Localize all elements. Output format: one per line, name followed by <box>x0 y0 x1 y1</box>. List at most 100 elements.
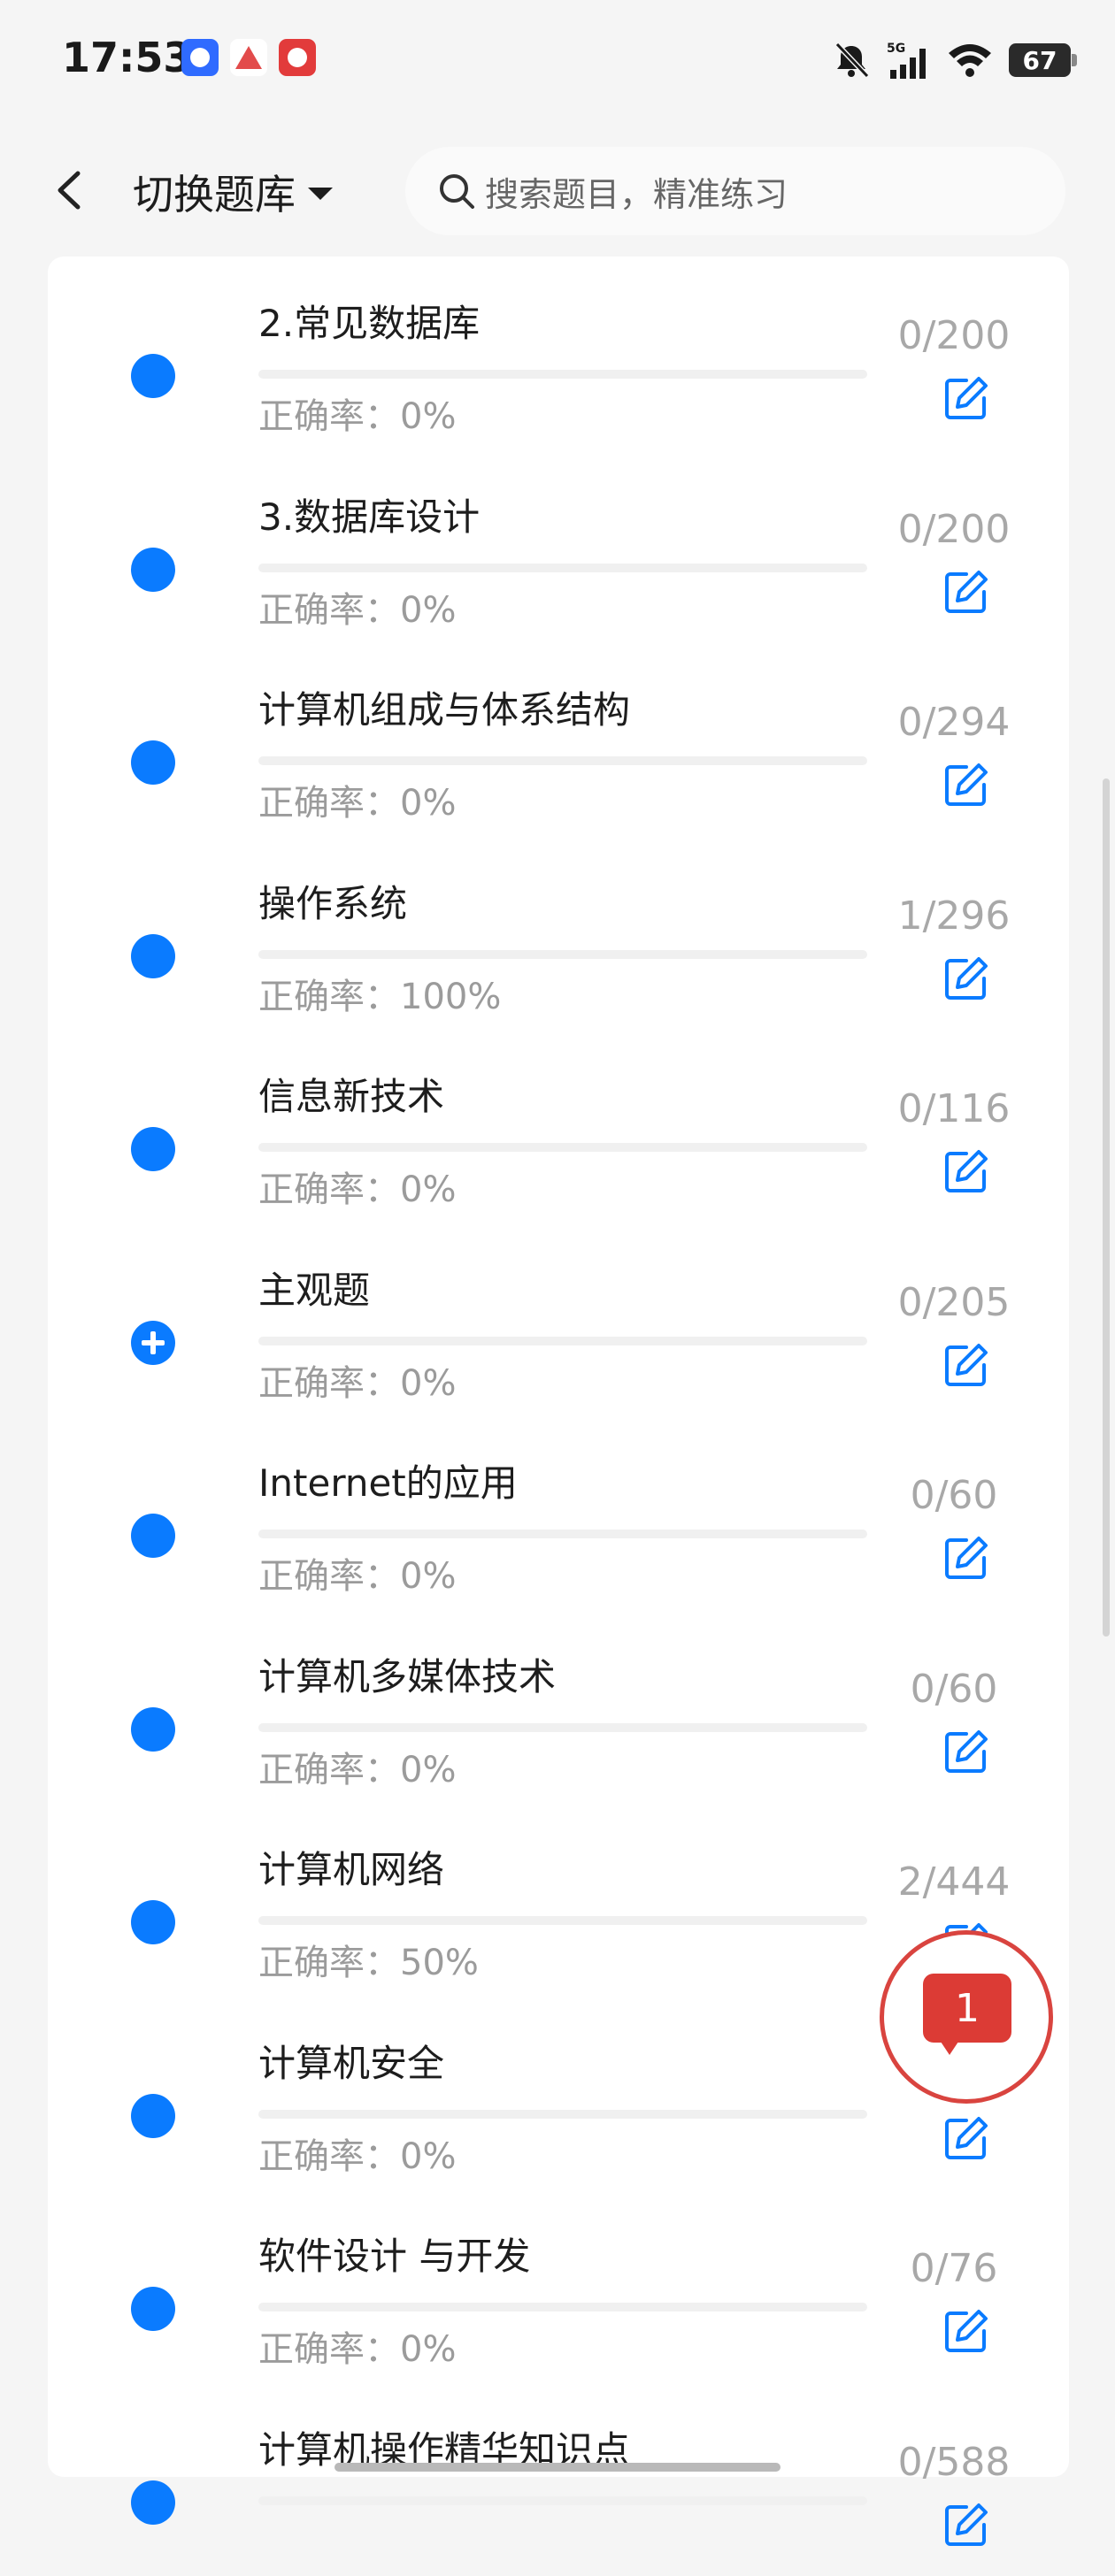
chapter-list: 2.常见数据库 正确率：0% 0/200 3.数据库设计 正确率：0% 0/200 计算机组… <box>48 257 1069 2546</box>
progress-bar <box>258 1916 867 1925</box>
app-notification-icon <box>181 39 219 76</box>
list-item[interactable]: 计算机操作精华知识点 0/588 <box>48 2383 1069 2576</box>
accuracy-label: 正确率：0% <box>258 1556 457 1597</box>
accuracy-label: 正确率：0% <box>258 589 457 631</box>
network-type-label: 5G <box>887 42 905 56</box>
accuracy-label: 正确率：0% <box>258 783 457 824</box>
progress-bar <box>258 563 867 572</box>
item-title: 计算机多媒体技术 <box>258 1654 557 1698</box>
status-dot-icon <box>131 547 175 592</box>
item-title: 计算机网络 <box>258 1848 445 1891</box>
list-item[interactable]: Internet的应用 正确率：0% 0/60 <box>48 1416 1069 1609</box>
status-dot-icon <box>131 2287 175 2331</box>
status-icons: 5G 67 <box>832 35 1077 85</box>
progress-bar <box>258 2109 867 2119</box>
list-item[interactable]: 软件设计 与开发 正确率：0% 0/76 <box>48 2189 1069 2382</box>
signal-icon: 5G <box>887 42 926 79</box>
bubble-tail <box>939 2039 960 2055</box>
item-title: 2.常见数据库 <box>258 302 481 345</box>
accuracy-label: 正确率：0% <box>258 1362 457 1404</box>
progress-bar <box>258 2496 867 2505</box>
list-item[interactable]: 信息新技术 正确率：0% 0/116 <box>48 1030 1069 1223</box>
edit-practice-icon[interactable] <box>942 1146 991 1196</box>
question-count: 0/60 <box>910 1666 998 1712</box>
question-count: 1/296 <box>897 893 1011 939</box>
message-badge: 1 <box>955 1985 980 2031</box>
progress-bar <box>258 2303 867 2312</box>
edit-practice-icon[interactable] <box>942 1727 991 1776</box>
search-input[interactable]: 搜索题目，精准练习 <box>405 147 1065 235</box>
edit-practice-icon[interactable] <box>942 760 991 809</box>
page-title: 切换题库 <box>133 171 296 218</box>
edit-practice-icon[interactable] <box>942 373 991 423</box>
back-button[interactable] <box>46 157 96 223</box>
accuracy-label: 正确率：0% <box>258 1169 457 1210</box>
status-dot-icon <box>131 1514 175 1558</box>
question-count: 2/444 <box>897 1859 1011 1905</box>
mute-bell-icon <box>834 42 870 79</box>
search-icon <box>440 174 474 209</box>
header: 切换题库 搜索题目，精准练习 <box>0 124 1115 257</box>
question-count: 0/200 <box>897 506 1011 552</box>
edit-practice-icon[interactable] <box>942 954 991 1003</box>
status-dot-icon <box>131 354 175 398</box>
expand-plus-icon[interactable] <box>131 1320 175 1365</box>
accuracy-label: 正确率：0% <box>258 2135 457 2177</box>
question-count: 0/294 <box>897 700 1011 745</box>
edit-practice-icon[interactable] <box>942 1533 991 1583</box>
progress-bar <box>258 949 867 959</box>
list-item[interactable]: 操作系统正确率：100% 1/296 <box>48 837 1069 1030</box>
status-bar: 17:53 5G 67 <box>0 0 1115 124</box>
edit-practice-icon[interactable] <box>942 1340 991 1390</box>
list-item[interactable]: 主观题正确率：0% 0/205 <box>48 1223 1069 1416</box>
status-dot-icon <box>131 1706 175 1752</box>
scrollbar[interactable] <box>1103 778 1110 1637</box>
item-title: Internet的应用 <box>258 1461 518 1505</box>
progress-bar <box>258 1143 867 1152</box>
item-title: 3.数据库设计 <box>258 494 481 539</box>
list-item[interactable]: 计算机多媒体技术 正确率：0% 0/60 <box>48 1610 1069 1803</box>
item-title: 主观题 <box>258 1268 371 1312</box>
question-count: 0/60 <box>910 1473 998 1518</box>
wifi-icon <box>949 44 991 77</box>
status-dot-icon <box>131 1900 175 1944</box>
item-title: 信息新技术 <box>258 1075 445 1118</box>
caret-down-icon <box>308 188 333 200</box>
status-dot-icon <box>131 2093 175 2138</box>
list-item[interactable]: 2.常见数据库 正确率：0% 0/200 <box>48 257 1069 449</box>
chevron-left-icon <box>58 171 81 210</box>
question-count: 0/588 <box>897 2439 1011 2485</box>
progress-bar <box>258 370 867 379</box>
status-dot-icon <box>131 740 175 785</box>
question-count: 0/200 <box>897 313 1011 358</box>
message-fab-button[interactable]: 1 <box>880 1930 1053 2104</box>
item-title: 计算机安全 <box>258 2041 445 2085</box>
progress-bar <box>258 756 867 765</box>
status-dot-icon <box>131 933 175 978</box>
battery-level: 67 <box>1022 45 1057 75</box>
edit-practice-icon[interactable] <box>942 567 991 617</box>
edit-practice-icon[interactable] <box>942 2113 991 2163</box>
item-title: 软件设计 与开发 <box>258 2235 531 2278</box>
list-item[interactable]: 计算机组成与体系结构 正确率：0% 0/294 <box>48 643 1069 836</box>
accuracy-label: 正确率：100% <box>258 976 502 1017</box>
item-title: 操作系统 <box>258 881 408 925</box>
progress-bar <box>258 1336 867 1346</box>
app-notification-icon <box>279 39 316 76</box>
app-notification-icon <box>230 39 267 76</box>
switch-bank-dropdown[interactable]: 切换题库 <box>133 161 333 223</box>
accuracy-label: 正确率：50% <box>258 1943 479 1983</box>
question-count: 0/76 <box>910 2246 998 2291</box>
status-dot-icon <box>131 1127 175 1171</box>
home-indicator[interactable] <box>334 2463 780 2472</box>
progress-bar <box>258 1530 867 1538</box>
accuracy-label: 正确率：0% <box>258 1749 457 1790</box>
list-item[interactable]: 3.数据库设计 正确率：0% 0/200 <box>48 450 1069 643</box>
question-count: 0/205 <box>897 1279 1011 1325</box>
status-time: 17:53 <box>62 34 192 81</box>
search-placeholder: 搜索题目，精准练习 <box>485 174 788 214</box>
battery-icon: 67 <box>1009 43 1077 77</box>
edit-practice-icon[interactable] <box>942 2306 991 2356</box>
item-title: 计算机组成与体系结构 <box>258 688 631 732</box>
edit-practice-icon[interactable] <box>942 2500 991 2549</box>
